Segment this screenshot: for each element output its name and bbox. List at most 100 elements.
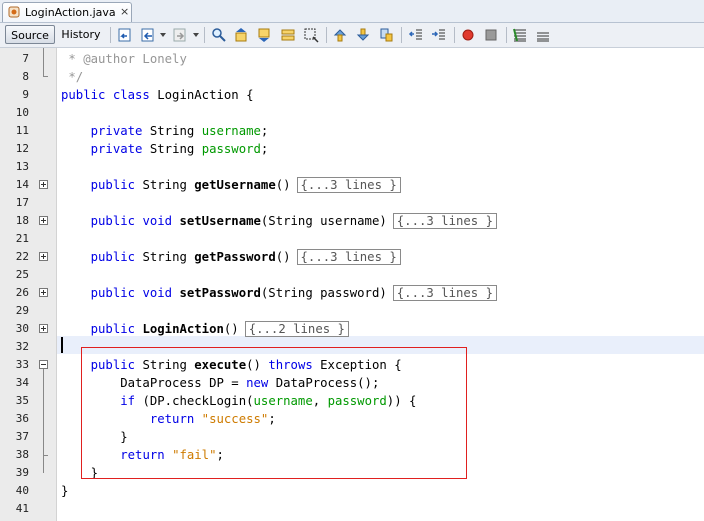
toolbar-separator	[401, 27, 402, 43]
line-number: 13	[15, 160, 29, 173]
line-number: 36	[15, 412, 29, 425]
folded-code-marker[interactable]: {...3 lines }	[392, 285, 498, 301]
line-number: 9	[22, 88, 29, 101]
rectangular-selection-icon[interactable]	[303, 27, 319, 43]
code-line[interactable]: 11 private String username;	[0, 122, 704, 140]
code-text: public void setPassword(String password)…	[61, 284, 498, 302]
next-bookmark-icon[interactable]	[355, 27, 371, 43]
line-number: 12	[15, 142, 29, 155]
back-icon[interactable]	[140, 27, 156, 43]
history-button[interactable]: History	[58, 25, 104, 44]
find-next-icon[interactable]	[256, 27, 272, 43]
code-token: password	[201, 142, 261, 156]
code-token: ;	[260, 142, 269, 156]
code-line[interactable]: 26 public void setPassword(String passwo…	[0, 284, 704, 302]
code-line[interactable]: 22 public String getPassword() {...3 line…	[0, 248, 704, 266]
shift-left-icon[interactable]	[408, 27, 424, 43]
shift-right-icon[interactable]	[431, 27, 447, 43]
code-token: String	[149, 124, 202, 138]
code-line[interactable]: 7 * @author Lonely	[0, 50, 704, 68]
code-token: public	[90, 178, 143, 192]
code-line[interactable]: 9 public class LoginAction {	[0, 86, 704, 104]
code-token: private	[90, 142, 150, 156]
line-number: 29	[15, 304, 29, 317]
last-edit-icon[interactable]	[117, 27, 133, 43]
expand-fold-icon[interactable]	[39, 180, 48, 189]
code-token: ()	[223, 322, 239, 336]
code-token: String	[149, 142, 202, 156]
collapse-fold-icon[interactable]	[39, 360, 48, 369]
folded-code-marker[interactable]: {...3 lines }	[296, 177, 401, 193]
source-button[interactable]: Source	[5, 25, 55, 44]
code-line[interactable]: 17	[0, 194, 704, 212]
folded-code-marker[interactable]: {...3 lines }	[392, 213, 498, 229]
code-line[interactable]: 12 private String password;	[0, 140, 704, 158]
line-number: 30	[15, 322, 29, 335]
line-number: 11	[15, 124, 29, 137]
line-number: 8	[22, 70, 29, 83]
code-line[interactable]: 10	[0, 104, 704, 122]
line-number: 40	[15, 484, 29, 497]
back-dropdown-icon[interactable]	[160, 33, 166, 37]
line-number: 22	[15, 250, 29, 263]
toolbar-separator	[454, 27, 455, 43]
code-token: public class	[61, 88, 158, 102]
code-token: String	[142, 250, 195, 264]
line-number: 26	[15, 286, 29, 299]
fold-guide-line	[43, 48, 44, 76]
tab-loginaction-java[interactable]: LoginAction.java ×	[2, 2, 132, 22]
text-caret	[61, 337, 63, 353]
expand-fold-icon[interactable]	[39, 288, 48, 297]
uncomment-icon[interactable]	[535, 27, 551, 43]
expand-fold-icon[interactable]	[39, 216, 48, 225]
line-number: 10	[15, 106, 29, 119]
fold-guide-end	[43, 76, 48, 77]
line-number: 21	[15, 232, 29, 245]
find-icon[interactable]	[211, 27, 227, 43]
code-text: public String getUsername() {...3 lines }	[61, 176, 401, 194]
toggle-bookmark-icon[interactable]	[378, 27, 394, 43]
folded-code-marker[interactable]: {...2 lines }	[244, 321, 349, 337]
previous-bookmark-icon[interactable]	[332, 27, 348, 43]
code-text: public String getPassword() {...3 lines }	[61, 248, 401, 266]
find-previous-icon[interactable]	[233, 27, 249, 43]
fold-guide-line	[43, 369, 44, 473]
code-token: String	[142, 178, 195, 192]
close-icon[interactable]: ×	[120, 5, 129, 18]
code-line[interactable]: 25	[0, 266, 704, 284]
expand-fold-icon[interactable]	[39, 252, 48, 261]
stop-macro-recording-icon[interactable]	[483, 27, 499, 43]
code-text: public LoginAction() {...2 lines }	[61, 320, 349, 338]
code-text: public class LoginAction {	[61, 86, 254, 104]
code-text: public void setUsername(String username)…	[61, 212, 498, 230]
editor-tab-strip: LoginAction.java ×	[0, 0, 704, 23]
code-line[interactable]: 40}	[0, 482, 704, 500]
code-line[interactable]: 29	[0, 302, 704, 320]
comment-icon[interactable]	[512, 27, 528, 43]
expand-fold-icon[interactable]	[39, 324, 48, 333]
code-text: private String username;	[61, 122, 269, 140]
code-line[interactable]: 8 */	[0, 68, 704, 86]
line-number: 37	[15, 430, 29, 443]
code-line[interactable]: 21	[0, 230, 704, 248]
line-number: 18	[15, 214, 29, 227]
code-line[interactable]: 41	[0, 500, 704, 518]
toolbar-separator	[506, 27, 507, 43]
line-number: 32	[15, 340, 29, 353]
line-number: 25	[15, 268, 29, 281]
code-line[interactable]: 18 public void setUsername(String userna…	[0, 212, 704, 230]
line-number: 38	[15, 448, 29, 461]
folded-code-marker[interactable]: {...3 lines }	[296, 249, 401, 265]
code-line[interactable]: 13	[0, 158, 704, 176]
code-token: public void	[90, 214, 180, 228]
highlight-annotation-box	[81, 347, 467, 479]
forward-dropdown-icon[interactable]	[193, 33, 199, 37]
code-line[interactable]: 14 public String getUsername() {...3 line…	[0, 176, 704, 194]
code-line[interactable]: 30 public LoginAction() {...2 lines }	[0, 320, 704, 338]
forward-icon[interactable]	[172, 27, 188, 43]
start-macro-recording-icon[interactable]	[460, 27, 476, 43]
toggle-highlight-icon[interactable]	[280, 27, 296, 43]
